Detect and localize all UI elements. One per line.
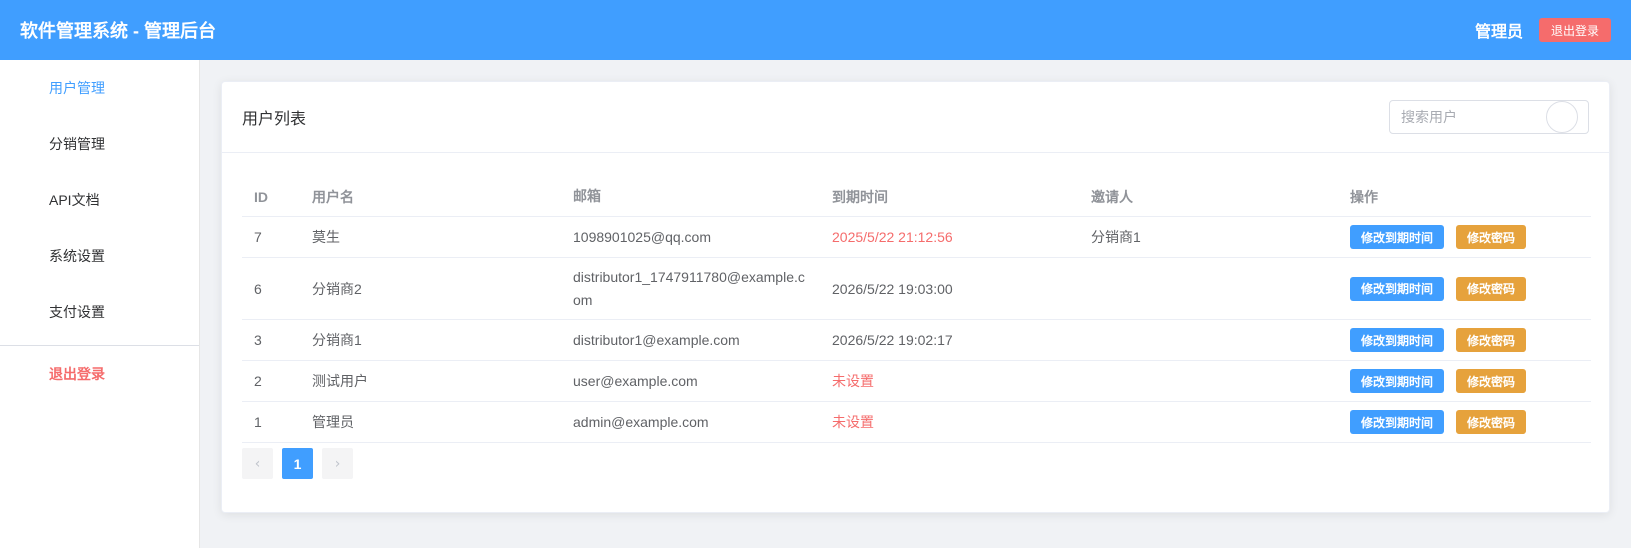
modify-expire-button[interactable]: 修改到期时间 xyxy=(1350,328,1445,352)
column-header-username: 用户名 xyxy=(312,188,354,205)
sidebar-logout[interactable]: 退出登录 xyxy=(0,346,199,402)
cell-id: 7 xyxy=(254,229,262,245)
cell-actions: 修改到期时间 修改密码 xyxy=(1340,276,1591,301)
current-user-name: 管理员 xyxy=(1474,24,1523,41)
cell-username: 测试用户 xyxy=(312,373,368,389)
modify-expire-button[interactable]: 修改到期时间 xyxy=(1350,410,1445,434)
cell-username: 分销商2 xyxy=(312,280,362,297)
sidebar-item-api-docs[interactable]: API文档 xyxy=(0,172,199,228)
pagination: ‹ 1 › xyxy=(242,448,362,479)
header-logout-button[interactable]: 退出登录 xyxy=(1538,18,1611,42)
column-header-id: ID xyxy=(254,188,268,205)
top-header: 软件管理系统 - 管理后台 管理员 退出登录 xyxy=(0,0,1631,60)
cell-expire: 未设置 xyxy=(832,373,874,389)
prev-page-icon[interactable]: ‹ xyxy=(242,448,273,479)
cell-email: distributor1_1747911780@example.com xyxy=(573,268,805,308)
cell-expire: 2026/5/22 19:03:00 xyxy=(832,280,953,297)
user-list-card: 用户列表 ID 用户名 邮箱 到期时间 邀请人 操作 7 莫生 10989010… xyxy=(221,81,1610,513)
column-header-inviter: 邀请人 xyxy=(1091,188,1133,205)
search-button[interactable] xyxy=(1546,101,1578,133)
sidebar-item-payment-settings[interactable]: 支付设置 xyxy=(0,284,199,340)
modify-password-button[interactable]: 修改密码 xyxy=(1456,328,1527,352)
cell-actions: 修改到期时间 修改密码 xyxy=(1340,369,1591,393)
table-row: 7 莫生 1098901025@qq.com 2025/5/22 21:12:5… xyxy=(242,217,1591,258)
column-header-email: 邮箱 xyxy=(573,188,601,204)
sidebar-item-system-settings[interactable]: 系统设置 xyxy=(0,228,199,284)
cell-email: distributor1@example.com xyxy=(573,331,740,348)
cell-email: user@example.com xyxy=(573,372,698,389)
table-row: 6 分销商2 distributor1_1747911780@example.c… xyxy=(242,258,1591,320)
next-page-icon[interactable]: › xyxy=(322,448,353,479)
modify-expire-button[interactable]: 修改到期时间 xyxy=(1350,276,1445,301)
modify-password-button[interactable]: 修改密码 xyxy=(1456,276,1527,301)
header-right: 管理员 退出登录 xyxy=(1475,18,1611,42)
table-row: 2 测试用户 user@example.com 未设置 修改到期时间 修改密码 xyxy=(242,361,1591,402)
user-table: ID 用户名 邮箱 到期时间 邀请人 操作 7 莫生 1098901025@qq… xyxy=(242,177,1591,443)
modify-password-button[interactable]: 修改密码 xyxy=(1456,225,1527,249)
column-header-expire: 到期时间 xyxy=(832,188,888,205)
cell-actions: 修改到期时间 修改密码 xyxy=(1340,410,1591,434)
card-title: 用户列表 xyxy=(242,111,307,128)
cell-actions: 修改到期时间 修改密码 xyxy=(1340,225,1591,249)
search-box xyxy=(1389,100,1589,134)
cell-username: 莫生 xyxy=(312,229,340,245)
modify-password-button[interactable]: 修改密码 xyxy=(1456,369,1527,393)
table-row: 3 分销商1 distributor1@example.com 2026/5/2… xyxy=(242,320,1591,361)
modify-expire-button[interactable]: 修改到期时间 xyxy=(1350,369,1445,393)
cell-id: 2 xyxy=(254,373,262,389)
cell-email: 1098901025@qq.com xyxy=(573,228,711,245)
sidebar: 用户管理 分销管理 API文档 系统设置 支付设置 退出登录 xyxy=(0,60,200,548)
modify-password-button[interactable]: 修改密码 xyxy=(1456,410,1527,434)
app-title: 软件管理系统 - 管理后台 xyxy=(20,21,216,41)
cell-email: admin@example.com xyxy=(573,413,709,430)
cell-id: 1 xyxy=(254,414,262,430)
table-header-row: ID 用户名 邮箱 到期时间 邀请人 操作 xyxy=(242,177,1591,217)
column-header-actions: 操作 xyxy=(1350,188,1378,205)
card-header: 用户列表 xyxy=(222,82,1609,153)
modify-expire-button[interactable]: 修改到期时间 xyxy=(1350,225,1445,249)
cell-username: 分销商1 xyxy=(312,332,362,348)
cell-inviter: 分销商1 xyxy=(1091,229,1141,245)
page-number-current[interactable]: 1 xyxy=(282,448,313,479)
cell-expire: 2026/5/22 19:02:17 xyxy=(832,332,953,348)
search-input[interactable] xyxy=(1401,109,1541,125)
sidebar-item-distribution-management[interactable]: 分销管理 xyxy=(0,116,199,172)
sidebar-item-user-management[interactable]: 用户管理 xyxy=(0,60,199,116)
cell-expire: 2025/5/22 21:12:56 xyxy=(832,229,953,245)
cell-id: 6 xyxy=(254,280,262,297)
cell-actions: 修改到期时间 修改密码 xyxy=(1340,328,1591,352)
cell-id: 3 xyxy=(254,332,262,348)
cell-username: 管理员 xyxy=(312,414,354,430)
cell-expire: 未设置 xyxy=(832,414,874,430)
table-row: 1 管理员 admin@example.com 未设置 修改到期时间 修改密码 xyxy=(242,402,1591,443)
